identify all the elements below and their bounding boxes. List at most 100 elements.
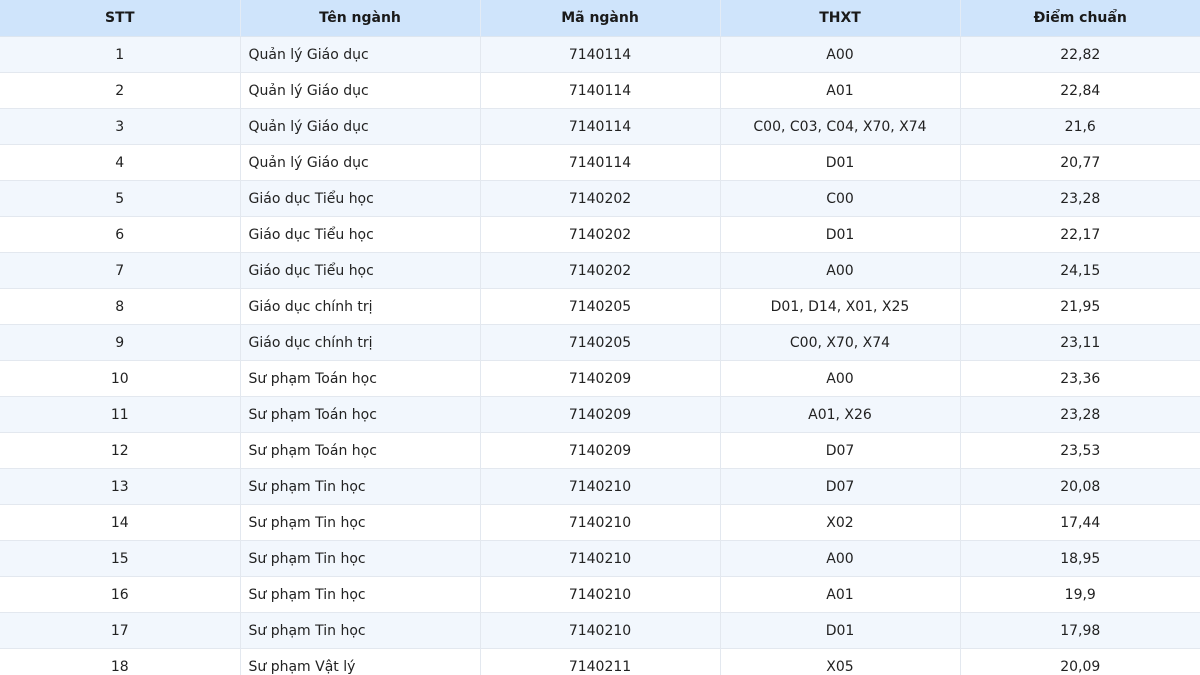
major-code-cell: 7140210 <box>480 468 721 505</box>
table-body: 1 Quản lý Giáo dục 7140114 A00 22,82 2 Quản lý… <box>0 36 1200 675</box>
major-code-cell: 7140205 <box>480 324 721 361</box>
major-name-cell: Giáo dục Tiểu học <box>240 252 481 289</box>
major-name-cell: Giáo dục Tiểu học <box>240 180 481 217</box>
subject-combination-cell: D01 <box>720 612 961 649</box>
row-index-cell: 16 <box>0 576 241 613</box>
table-row: 10 Sư phạm Toán học 7140209 A00 23,36 <box>0 360 1200 397</box>
cutoff-score-cell: 20,77 <box>960 144 1200 181</box>
column-header-subject-combination[interactable]: THXT <box>720 0 961 37</box>
table-row: 5 Giáo dục Tiểu học 7140202 C00 23,28 <box>0 180 1200 217</box>
cutoff-score-cell: 21,95 <box>960 288 1200 325</box>
major-code-cell: 7140210 <box>480 504 721 541</box>
major-name-cell: Sư phạm Tin học <box>240 504 481 541</box>
row-index-cell: 13 <box>0 468 241 505</box>
major-code-cell: 7140114 <box>480 72 721 109</box>
major-code-cell: 7140114 <box>480 144 721 181</box>
major-code-cell: 7140205 <box>480 288 721 325</box>
major-name-cell: Quản lý Giáo dục <box>240 72 481 109</box>
major-code-cell: 7140202 <box>480 180 721 217</box>
subject-combination-cell: A01, X26 <box>720 396 961 433</box>
major-name-cell: Quản lý Giáo dục <box>240 144 481 181</box>
subject-combination-cell: D01, D14, X01, X25 <box>720 288 961 325</box>
cutoff-score-cell: 23,36 <box>960 360 1200 397</box>
cutoff-score-cell: 23,28 <box>960 180 1200 217</box>
subject-combination-cell: A00 <box>720 36 961 73</box>
major-code-cell: 7140211 <box>480 648 721 675</box>
subject-combination-cell: A01 <box>720 576 961 613</box>
subject-combination-cell: D01 <box>720 216 961 253</box>
cutoff-score-cell: 17,44 <box>960 504 1200 541</box>
row-index-cell: 4 <box>0 144 241 181</box>
major-name-cell: Sư phạm Tin học <box>240 612 481 649</box>
column-header-stt[interactable]: STT <box>0 0 241 37</box>
table-row: 8 Giáo dục chính trị 7140205 D01, D14, X01,… <box>0 288 1200 325</box>
major-code-cell: 7140210 <box>480 576 721 613</box>
row-index-cell: 15 <box>0 540 241 577</box>
cutoff-score-cell: 23,11 <box>960 324 1200 361</box>
table-row: 16 Sư phạm Tin học 7140210 A01 19,9 <box>0 576 1200 613</box>
major-name-cell: Sư phạm Tin học <box>240 468 481 505</box>
table-row: 3 Quản lý Giáo dục 7140114 C00, C03, C04, X… <box>0 108 1200 145</box>
row-index-cell: 17 <box>0 612 241 649</box>
subject-combination-cell: A00 <box>720 540 961 577</box>
column-header-cutoff-score[interactable]: Điểm chuẩn <box>960 0 1200 37</box>
subject-combination-cell: A01 <box>720 72 961 109</box>
row-index-cell: 11 <box>0 396 241 433</box>
row-index-cell: 14 <box>0 504 241 541</box>
table-row: 2 Quản lý Giáo dục 7140114 A01 22,84 <box>0 72 1200 109</box>
major-name-cell: Sư phạm Vật lý <box>240 648 481 675</box>
major-name-cell: Sư phạm Toán học <box>240 432 481 469</box>
subject-combination-cell: C00 <box>720 180 961 217</box>
table-row: 17 Sư phạm Tin học 7140210 D01 17,98 <box>0 612 1200 649</box>
major-code-cell: 7140210 <box>480 612 721 649</box>
subject-combination-cell: D01 <box>720 144 961 181</box>
major-code-cell: 7140210 <box>480 540 721 577</box>
major-code-cell: 7140209 <box>480 396 721 433</box>
major-code-cell: 7140114 <box>480 36 721 73</box>
row-index-cell: 5 <box>0 180 241 217</box>
cutoff-score-cell: 22,82 <box>960 36 1200 73</box>
row-index-cell: 3 <box>0 108 241 145</box>
cutoff-score-cell: 18,95 <box>960 540 1200 577</box>
column-header-major-name[interactable]: Tên ngành <box>240 0 481 37</box>
major-code-cell: 7140209 <box>480 432 721 469</box>
table-row: 4 Quản lý Giáo dục 7140114 D01 20,77 <box>0 144 1200 181</box>
table-row: 15 Sư phạm Tin học 7140210 A00 18,95 <box>0 540 1200 577</box>
cutoff-score-cell: 23,53 <box>960 432 1200 469</box>
table-row: 6 Giáo dục Tiểu học 7140202 D01 22,17 <box>0 216 1200 253</box>
row-index-cell: 18 <box>0 648 241 675</box>
major-name-cell: Quản lý Giáo dục <box>240 36 481 73</box>
major-name-cell: Giáo dục chính trị <box>240 324 481 361</box>
major-name-cell: Sư phạm Toán học <box>240 360 481 397</box>
cutoff-score-cell: 24,15 <box>960 252 1200 289</box>
subject-combination-cell: D07 <box>720 432 961 469</box>
row-index-cell: 10 <box>0 360 241 397</box>
cutoff-score-cell: 20,09 <box>960 648 1200 675</box>
table-row: 18 Sư phạm Vật lý 7140211 X05 20,09 <box>0 648 1200 675</box>
admission-scores-table: STT Tên ngành Mã ngành THXT Điểm chuẩn 1… <box>0 0 1200 675</box>
subject-combination-cell: A00 <box>720 360 961 397</box>
major-code-cell: 7140202 <box>480 216 721 253</box>
row-index-cell: 6 <box>0 216 241 253</box>
cutoff-score-cell: 21,6 <box>960 108 1200 145</box>
subject-combination-cell: X05 <box>720 648 961 675</box>
cutoff-score-cell: 22,17 <box>960 216 1200 253</box>
major-code-cell: 7140114 <box>480 108 721 145</box>
table-row: 12 Sư phạm Toán học 7140209 D07 23,53 <box>0 432 1200 469</box>
cutoff-score-cell: 17,98 <box>960 612 1200 649</box>
table-row: 13 Sư phạm Tin học 7140210 D07 20,08 <box>0 468 1200 505</box>
cutoff-score-cell: 19,9 <box>960 576 1200 613</box>
major-name-cell: Giáo dục chính trị <box>240 288 481 325</box>
column-header-major-code[interactable]: Mã ngành <box>480 0 721 37</box>
row-index-cell: 12 <box>0 432 241 469</box>
table-row: 1 Quản lý Giáo dục 7140114 A00 22,82 <box>0 36 1200 73</box>
header-row: STT Tên ngành Mã ngành THXT Điểm chuẩn <box>0 0 1200 37</box>
table-row: 11 Sư phạm Toán học 7140209 A01, X26 23,28 <box>0 396 1200 433</box>
major-name-cell: Sư phạm Tin học <box>240 576 481 613</box>
major-name-cell: Sư phạm Tin học <box>240 540 481 577</box>
table-header: STT Tên ngành Mã ngành THXT Điểm chuẩn <box>0 0 1200 37</box>
table-row: 14 Sư phạm Tin học 7140210 X02 17,44 <box>0 504 1200 541</box>
cutoff-score-cell: 22,84 <box>960 72 1200 109</box>
table-row: 9 Giáo dục chính trị 7140205 C00, X70, X74 2… <box>0 324 1200 361</box>
cutoff-score-cell: 23,28 <box>960 396 1200 433</box>
